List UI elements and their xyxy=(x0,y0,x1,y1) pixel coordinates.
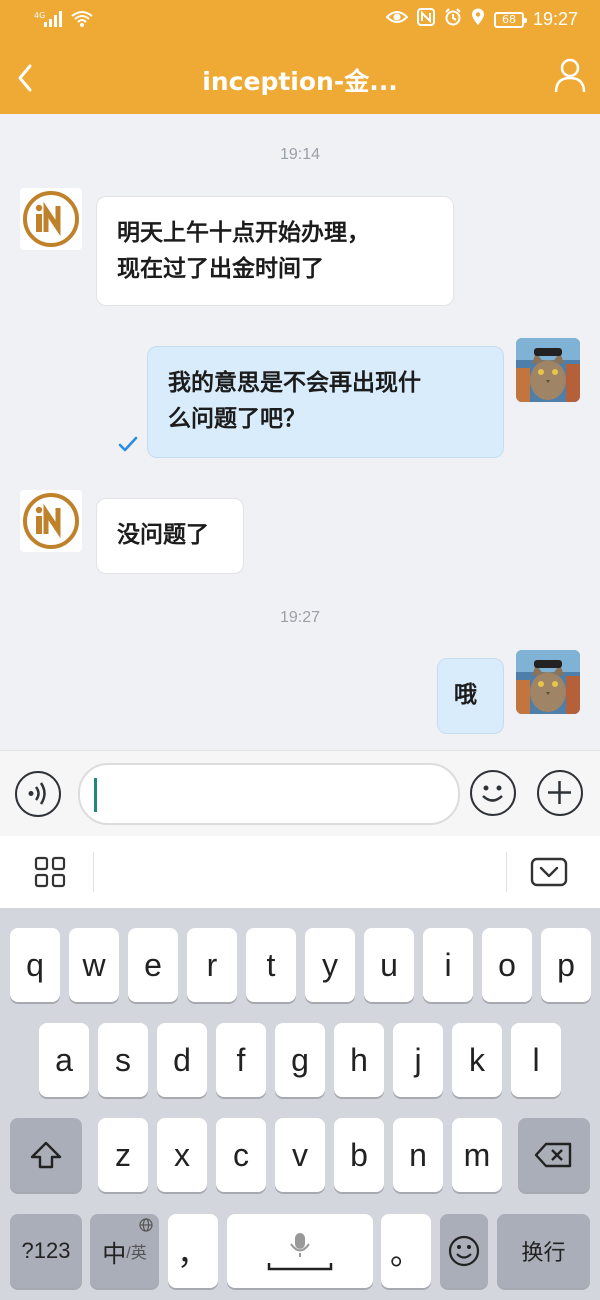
soft-keyboard: q w e r t y u i o p a s d f g h j k l z … xyxy=(0,908,600,1300)
numbers-key[interactable]: ?123 xyxy=(10,1214,82,1288)
wifi-icon xyxy=(70,10,94,31)
key-l[interactable]: l xyxy=(511,1023,561,1097)
profile-button[interactable] xyxy=(554,56,586,96)
message-text: 现在过了出金时间了 xyxy=(117,256,324,282)
shift-icon xyxy=(30,1141,62,1169)
message-input[interactable] xyxy=(78,763,460,825)
key-t[interactable]: t xyxy=(246,928,296,1002)
key-z[interactable]: z xyxy=(98,1118,148,1192)
key-i[interactable]: i xyxy=(423,928,473,1002)
keyboard-menu-button[interactable] xyxy=(34,856,66,888)
keyboard-toolbar xyxy=(0,836,600,908)
user-icon xyxy=(554,58,586,93)
key-p[interactable]: p xyxy=(541,928,591,1002)
status-bar: 4G 68 19:27 xyxy=(0,0,600,42)
message-text: 么问题了吧？ xyxy=(168,406,306,432)
backspace-icon xyxy=(534,1142,572,1168)
toolbar-divider xyxy=(93,852,94,892)
emoji-key[interactable] xyxy=(440,1214,488,1288)
key-m[interactable]: m xyxy=(452,1118,502,1192)
key-n[interactable]: n xyxy=(393,1118,443,1192)
top-bar: 4G 68 19:27 inception-金... xyxy=(0,0,600,114)
key-s[interactable]: s xyxy=(98,1023,148,1097)
period-key[interactable]: 。 xyxy=(381,1214,431,1288)
plus-icon xyxy=(548,781,571,804)
globe-icon xyxy=(139,1218,153,1235)
space-key[interactable] xyxy=(227,1214,373,1288)
cat-photo-icon xyxy=(516,650,580,714)
enter-key[interactable]: 换行 xyxy=(497,1214,590,1288)
language-key-sub: /英 xyxy=(126,1245,147,1262)
my-avatar[interactable] xyxy=(516,338,580,402)
key-k[interactable]: k xyxy=(452,1023,502,1097)
status-time: 19:27 xyxy=(532,9,578,29)
chat-header: inception-金... xyxy=(0,42,600,114)
toolbar-divider xyxy=(506,852,507,892)
key-w[interactable]: w xyxy=(69,928,119,1002)
key-b[interactable]: b xyxy=(334,1118,384,1192)
emoji-button[interactable] xyxy=(470,770,516,816)
voice-icon xyxy=(28,782,46,805)
message-timestamp: 19:14 xyxy=(279,146,321,163)
contact-avatar[interactable] xyxy=(20,490,82,552)
message-bubble-outgoing[interactable]: 我的意思是不会再出现什 么问题了吧？ xyxy=(147,346,504,458)
key-u[interactable]: u xyxy=(364,928,414,1002)
key-y[interactable]: y xyxy=(305,928,355,1002)
my-avatar[interactable] xyxy=(516,650,580,714)
logo-icon xyxy=(23,493,79,549)
cat-photo-icon xyxy=(516,338,580,402)
message-bubble-outgoing[interactable]: 哦 xyxy=(437,658,504,734)
chevron-left-icon xyxy=(18,64,32,92)
contact-avatar[interactable] xyxy=(20,188,82,250)
location-icon xyxy=(471,8,485,31)
message-text: 我的意思是不会再出现什 xyxy=(168,370,421,396)
read-check-icon xyxy=(118,436,138,452)
composer-bar xyxy=(0,750,600,836)
keyboard-hide-icon xyxy=(530,857,568,887)
backspace-key[interactable] xyxy=(518,1118,590,1192)
key-j[interactable]: j xyxy=(393,1023,443,1097)
key-x[interactable]: x xyxy=(157,1118,207,1192)
message-bubble-incoming[interactable]: 没问题了 xyxy=(96,498,244,574)
eye-icon xyxy=(385,9,409,30)
chat-title: inception-金... xyxy=(202,67,398,96)
comma-key[interactable]: ， xyxy=(168,1214,218,1288)
message-text: 没问题了 xyxy=(117,522,209,548)
svg-text:4G: 4G xyxy=(34,11,45,20)
key-a[interactable]: a xyxy=(39,1023,89,1097)
back-button[interactable] xyxy=(12,56,40,100)
message-bubble-incoming[interactable]: 明天上午十点开始办理， 现在过了出金时间了 xyxy=(96,196,454,306)
nfc-icon xyxy=(416,8,435,31)
key-f[interactable]: f xyxy=(216,1023,266,1097)
alarm-icon xyxy=(444,8,462,31)
message-timestamp: 19:27 xyxy=(279,609,321,626)
language-key-main: 中 xyxy=(102,1240,127,1268)
key-r[interactable]: r xyxy=(187,928,237,1002)
language-key[interactable]: 中/英 xyxy=(90,1214,159,1288)
key-v[interactable]: v xyxy=(275,1118,325,1192)
message-text: 明天上午十点开始办理， xyxy=(117,220,370,246)
key-h[interactable]: h xyxy=(334,1023,384,1097)
shift-key[interactable] xyxy=(10,1118,82,1192)
hide-keyboard-button[interactable] xyxy=(530,856,568,888)
key-d[interactable]: d xyxy=(157,1023,207,1097)
key-q[interactable]: q xyxy=(10,928,60,1002)
more-button[interactable] xyxy=(537,770,583,816)
microphone-icon xyxy=(267,1233,333,1271)
smiley-icon xyxy=(482,785,503,802)
battery-icon: 68 xyxy=(493,11,527,28)
smiley-icon xyxy=(448,1235,480,1267)
logo-icon xyxy=(23,191,79,247)
key-o[interactable]: o xyxy=(482,928,532,1002)
message-list[interactable]: 19:14 明天上午十点开始办理， 现在过了出金时间了 我的意思是不会再出现什 xyxy=(0,114,600,750)
key-e[interactable]: e xyxy=(128,928,178,1002)
key-c[interactable]: c xyxy=(216,1118,266,1192)
grid-icon xyxy=(34,856,66,888)
signal-icon: 4G xyxy=(34,10,64,31)
voice-input-button[interactable] xyxy=(15,771,61,817)
key-g[interactable]: g xyxy=(275,1023,325,1097)
message-text: 哦 xyxy=(454,682,477,708)
text-cursor xyxy=(94,778,97,812)
